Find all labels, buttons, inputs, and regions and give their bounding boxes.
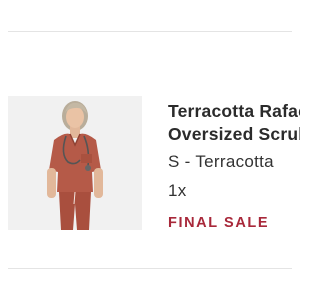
- final-sale-label: FINAL SALE: [168, 215, 270, 231]
- product-image[interactable]: [8, 96, 142, 230]
- product-title[interactable]: Terracotta Rafaela Oversized Scrub Top: [168, 100, 300, 146]
- product-variant: S - Terracotta: [168, 152, 274, 171]
- product-photo-illustration: [8, 96, 142, 230]
- product-title-line-1[interactable]: Terracotta Rafaela: [168, 100, 300, 123]
- cart-line-item: Terracotta Rafaela Oversized Scrub Top S…: [0, 0, 300, 300]
- product-title-line-2[interactable]: Oversized Scrub Top: [168, 123, 300, 146]
- product-details: Terracotta Rafaela Oversized Scrub Top S…: [168, 96, 300, 256]
- bottom-divider: [8, 268, 292, 269]
- product-quantity: 1x: [168, 181, 187, 200]
